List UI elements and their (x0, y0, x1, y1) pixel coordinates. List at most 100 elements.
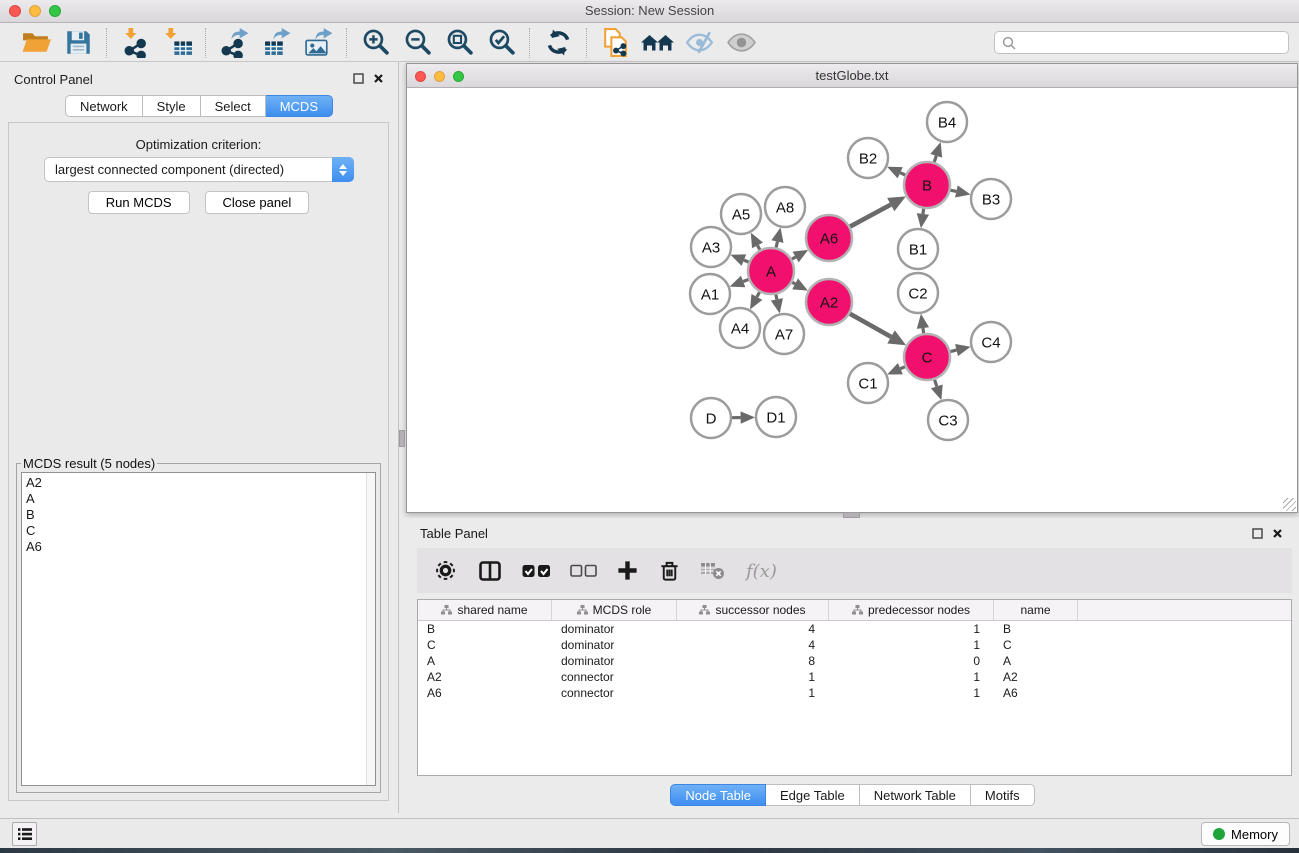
import-network-button[interactable] (114, 27, 156, 59)
graph-edge-D-D1[interactable] (732, 411, 755, 423)
tab-select[interactable]: Select (201, 95, 266, 117)
tab-style[interactable]: Style (143, 95, 201, 117)
search-input[interactable] (1021, 34, 1288, 52)
graph-edge-B-B3[interactable] (950, 185, 970, 197)
table-cell[interactable]: 1 (829, 637, 994, 653)
hide-selected-button[interactable] (678, 27, 720, 59)
table-row[interactable]: Bdominator41B (418, 621, 1291, 637)
graph-edge-C-C4[interactable] (950, 344, 970, 356)
table-cell[interactable]: A2 (994, 669, 1078, 685)
export-image-button[interactable] (297, 27, 339, 59)
graph-node-A5[interactable]: A5 (721, 194, 761, 234)
first-neighbors-button[interactable] (636, 27, 678, 59)
network-minimize-icon[interactable] (434, 71, 445, 82)
table-cell[interactable]: dominator (552, 637, 677, 653)
new-network-from-selection-button[interactable] (594, 27, 636, 59)
network-graph[interactable]: B4B2BB3A8A5A6A3B1AA1C2A2A4A7C4CC1DD1C3 (407, 89, 1297, 512)
export-network-button[interactable] (213, 27, 255, 59)
graph-edge-C-C2[interactable] (917, 314, 929, 333)
column-header-MCDS-role[interactable]: MCDS role (552, 600, 677, 620)
graph-edge-A-A3[interactable] (730, 254, 748, 266)
table-tab-node-table[interactable]: Node Table (670, 784, 766, 806)
vertical-splitter-grip[interactable] (399, 430, 405, 447)
graph-node-B4[interactable]: B4 (927, 102, 967, 142)
table-row[interactable]: Adominator80A (418, 653, 1291, 669)
zoom-out-button[interactable] (396, 27, 438, 59)
table-tab-motifs[interactable]: Motifs (971, 784, 1035, 806)
mcds-result-item[interactable]: A6 (26, 539, 375, 555)
optimization-criterion-select[interactable]: largest connected component (directed) (44, 157, 354, 182)
column-header-predecessor-nodes[interactable]: predecessor nodes (829, 600, 994, 620)
graph-edge-A2-C[interactable] (850, 314, 906, 346)
frame-resize-grip[interactable] (1283, 498, 1296, 511)
graph-node-A8[interactable]: A8 (765, 187, 805, 227)
table-cell[interactable]: A (994, 653, 1078, 669)
table-cell[interactable]: connector (552, 685, 677, 701)
export-table-button[interactable] (255, 27, 297, 59)
close-window-icon[interactable] (9, 5, 21, 17)
show-columns-button[interactable] (477, 555, 503, 587)
mcds-result-item[interactable]: A2 (26, 475, 375, 491)
graph-edge-A-A4[interactable] (750, 292, 762, 309)
float-table-panel-icon[interactable] (1252, 528, 1263, 539)
graph-node-B3[interactable]: B3 (971, 179, 1011, 219)
tab-mcds[interactable]: MCDS (266, 95, 333, 117)
graph-edge-B-B1[interactable] (917, 209, 929, 228)
table-row[interactable]: A6connector11A6 (418, 685, 1291, 701)
zoom-selected-button[interactable] (480, 27, 522, 59)
table-cell[interactable]: 4 (677, 621, 829, 637)
network-window-titlebar[interactable]: testGlobe.txt (407, 64, 1297, 88)
network-canvas[interactable]: B4B2BB3A8A5A6A3B1AA1C2A2A4A7C4CC1DD1C3 (407, 89, 1297, 512)
select-all-button[interactable] (522, 555, 551, 587)
mcds-result-item[interactable]: B (26, 507, 375, 523)
create-column-button[interactable] (616, 555, 639, 587)
graph-edge-B-B2[interactable] (887, 167, 905, 179)
result-list-scrollbar[interactable] (366, 473, 375, 785)
minimize-window-icon[interactable] (29, 5, 41, 17)
column-header-shared-name[interactable]: shared name (418, 600, 552, 620)
close-panel-icon[interactable] (373, 73, 384, 84)
import-table-button[interactable] (156, 27, 198, 59)
graph-edge-A-A5[interactable] (751, 233, 763, 250)
show-all-button[interactable] (720, 27, 762, 59)
graph-edge-A-A1[interactable] (730, 276, 749, 288)
graph-node-C3[interactable]: C3 (928, 400, 968, 440)
maximize-window-icon[interactable] (49, 5, 61, 17)
table-cell[interactable]: 1 (677, 685, 829, 701)
memory-button[interactable]: Memory (1201, 822, 1290, 846)
table-cell[interactable]: A6 (418, 685, 552, 701)
graph-node-C2[interactable]: C2 (898, 273, 938, 313)
close-table-panel-icon[interactable] (1272, 528, 1283, 539)
panel-selector-button[interactable] (12, 822, 37, 846)
graph-edge-C-C1[interactable] (887, 363, 905, 374)
tab-network[interactable]: Network (65, 95, 143, 117)
table-tab-edge-table[interactable]: Edge Table (766, 784, 860, 806)
graph-node-A4[interactable]: A4 (720, 308, 760, 348)
graph-node-C1[interactable]: C1 (848, 363, 888, 403)
table-cell[interactable]: A6 (994, 685, 1078, 701)
mcds-result-item[interactable]: C (26, 523, 375, 539)
graph-node-A1[interactable]: A1 (690, 274, 730, 314)
zoom-in-button[interactable] (354, 27, 396, 59)
graph-node-D[interactable]: D (691, 398, 731, 438)
graph-node-A[interactable]: A (748, 248, 794, 294)
graph-node-C4[interactable]: C4 (971, 322, 1011, 362)
table-cell[interactable]: 1 (677, 669, 829, 685)
refresh-network-button[interactable] (537, 27, 579, 59)
search-box[interactable] (994, 31, 1289, 54)
graph-edge-A-A8[interactable] (771, 228, 783, 248)
graph-edge-A-A2[interactable] (792, 278, 808, 290)
network-maximize-icon[interactable] (453, 71, 464, 82)
close-panel-button[interactable]: Close panel (205, 191, 310, 214)
table-cell[interactable]: 1 (829, 685, 994, 701)
mcds-result-item[interactable]: A (26, 491, 375, 507)
graph-edge-B-B4[interactable] (930, 142, 942, 162)
table-mode-button[interactable] (433, 555, 458, 587)
delete-table-button[interactable] (700, 555, 725, 587)
table-cell[interactable]: 0 (829, 653, 994, 669)
graph-node-A6[interactable]: A6 (806, 215, 852, 261)
table-row[interactable]: A2connector11A2 (418, 669, 1291, 685)
table-cell[interactable]: A2 (418, 669, 552, 685)
run-mcds-button[interactable]: Run MCDS (88, 191, 190, 214)
delete-column-button[interactable] (658, 555, 681, 587)
